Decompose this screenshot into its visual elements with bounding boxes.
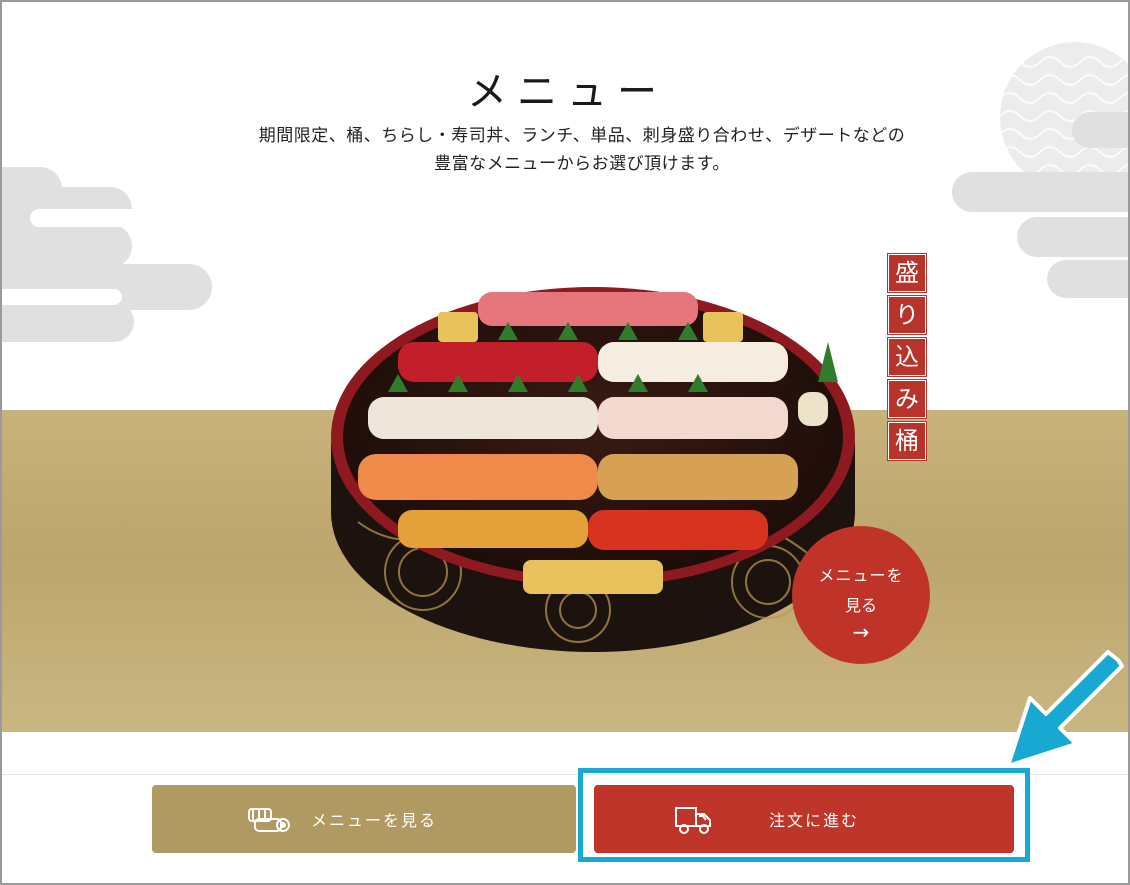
page-description: 期間限定、桶、ちらし・寿司丼、ランチ、単品、刺身盛り合わせ、デザートなどの 豊富… xyxy=(2,122,1128,178)
vertical-label-char: 桶 xyxy=(888,422,926,460)
view-menu-button-label: メニューを見る xyxy=(310,811,437,830)
circle-button-line-2: 見る xyxy=(844,596,877,615)
cloud-decoration-left xyxy=(2,302,134,342)
cloud-gap xyxy=(2,289,122,305)
order-button-highlight xyxy=(578,768,1030,862)
cloud-decoration-right xyxy=(1047,260,1128,298)
vertical-label-char: 込 xyxy=(888,338,926,376)
vertical-label-char: み xyxy=(888,380,926,418)
page-title: メニュー xyxy=(467,68,667,115)
circle-button-line-1: メニューを xyxy=(818,566,904,585)
sushi-icon xyxy=(247,805,291,839)
sushi-tub-image xyxy=(331,287,855,652)
pointer-arrow-icon xyxy=(1006,650,1124,768)
view-menu-circle-button[interactable]: メニューを 見る → xyxy=(792,526,930,664)
cloud-decoration-left xyxy=(2,224,132,268)
page-frame: メニュー 期間限定、桶、ちらし・寿司丼、ランチ、単品、刺身盛り合わせ、デザートな… xyxy=(0,0,1130,885)
view-menu-button[interactable]: メニューを見る xyxy=(152,785,576,853)
description-line-2: 豊富なメニューからお選び頂けます。 xyxy=(434,154,730,174)
cloud-decoration-right xyxy=(1017,217,1128,257)
arrow-right-icon: → xyxy=(852,620,870,644)
description-line-1: 期間限定、桶、ちらし・寿司丼、ランチ、単品、刺身盛り合わせ、デザートなどの xyxy=(258,126,906,146)
cloud-decoration-right xyxy=(952,172,1128,212)
vertical-product-label: 盛 り 込 み 桶 xyxy=(888,254,928,464)
vertical-label-char: 盛 xyxy=(888,254,926,292)
cloud-gap xyxy=(30,209,150,227)
vertical-label-char: り xyxy=(888,296,926,334)
